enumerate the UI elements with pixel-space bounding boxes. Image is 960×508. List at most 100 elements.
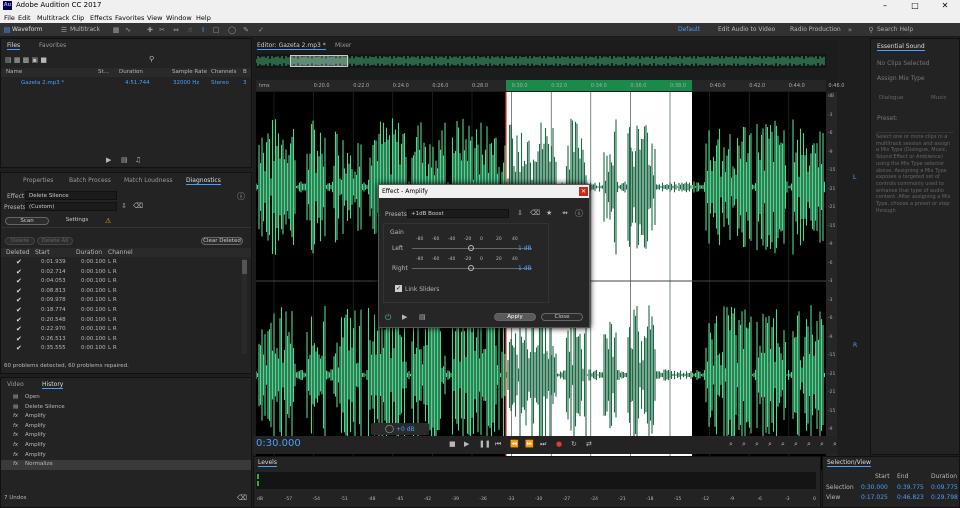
more-workspaces-icon[interactable]: » xyxy=(846,26,854,34)
waveform-view-button[interactable]: Waveform xyxy=(12,26,42,33)
history-item[interactable]: fx Amplify xyxy=(1,441,251,451)
record-icon[interactable]: ● xyxy=(556,440,562,448)
workspace-default[interactable]: Default xyxy=(678,26,700,33)
zoom-out-full-icon[interactable]: ⌕ xyxy=(781,440,785,449)
sv-view-end[interactable]: 0:46.823 xyxy=(897,494,924,501)
checkmark-icon[interactable]: ✔ xyxy=(16,277,22,285)
close-window-button[interactable]: ✕ xyxy=(930,0,960,12)
history-item[interactable]: fx Amplify xyxy=(1,451,251,461)
current-time[interactable]: 0:30.000 xyxy=(256,438,301,449)
menu-clip[interactable]: Clip xyxy=(72,14,84,22)
channel-left-label[interactable]: L xyxy=(853,174,856,181)
tab-history[interactable]: History xyxy=(42,381,64,389)
zoom-in-start-icon[interactable]: ⌕ xyxy=(794,440,798,449)
amp-preset-select[interactable]: +1dB Boost xyxy=(407,209,509,218)
amp-delete-preset-icon[interactable]: ⌫ xyxy=(530,209,540,217)
checkmark-icon[interactable]: ✔ xyxy=(16,258,22,266)
zoom-in-amplitude-icon[interactable]: ⌕ xyxy=(729,440,733,449)
checkmark-icon[interactable]: ✔ xyxy=(16,268,22,276)
diag-row[interactable]: ✔ 0:22.970 0:00.100 L R xyxy=(1,325,241,335)
diag-row[interactable]: ✔ 0:20.548 0:00.100 L R xyxy=(1,316,241,326)
col-status[interactable]: St... xyxy=(98,69,109,75)
gain-knob-icon[interactable]: ◯ xyxy=(385,424,394,433)
go-end-icon[interactable]: ⏭ xyxy=(540,440,546,449)
checkmark-icon[interactable]: ✔ xyxy=(16,296,22,304)
info-icon[interactable]: ⓘ xyxy=(237,191,245,202)
dialog-close-button[interactable]: Close xyxy=(541,313,583,321)
settings-button[interactable]: Settings xyxy=(55,217,99,225)
menu-window[interactable]: Window xyxy=(166,14,192,22)
left-slider-handle[interactable] xyxy=(468,245,474,251)
power-toggle-icon[interactable]: ⏻ xyxy=(385,313,391,323)
checkmark-icon[interactable]: ✔ xyxy=(16,316,22,324)
checkmark-icon[interactable]: ✔ xyxy=(16,287,22,295)
diag-row[interactable]: ✔ 0:09.978 0:00.100 L R xyxy=(1,296,241,306)
diag-row[interactable]: ✔ 0:18.774 0:00.100 L R xyxy=(1,306,241,316)
workspace-radio-production[interactable]: Radio Production xyxy=(790,26,841,33)
dialogue-button[interactable]: Dialogue xyxy=(879,95,903,101)
checkmark-icon[interactable]: ✔ xyxy=(16,335,22,343)
diag-row[interactable]: ✔ 0:35.555 0:00.100 L R xyxy=(1,344,241,354)
col-b[interactable]: B xyxy=(243,69,247,75)
delete-button[interactable]: Delete xyxy=(5,237,35,245)
history-item[interactable]: ▤ Delete Silence xyxy=(1,403,251,413)
time-selection-icon[interactable]: I xyxy=(199,26,207,34)
sv-selection-duration[interactable]: 0:09.775 xyxy=(931,484,958,491)
checkmark-icon[interactable]: ✔ xyxy=(16,325,22,333)
clear-deleted-button[interactable]: Clear Deleted xyxy=(201,237,243,245)
play-icon[interactable]: ▶ xyxy=(464,440,469,448)
preview-play-icon[interactable]: ▶ xyxy=(402,313,407,321)
zoom-in-time-icon[interactable]: ⌕ xyxy=(755,440,759,449)
zoom-in-end-icon[interactable]: ⌕ xyxy=(807,440,811,449)
tab-match-loudness[interactable]: Match Loudness xyxy=(124,177,172,184)
checkmark-icon[interactable]: ✔ xyxy=(16,344,22,352)
sv-view-duration[interactable]: 0:29.798 xyxy=(931,494,958,501)
selection-view-title[interactable]: Selection/View xyxy=(827,459,871,467)
spot-heal-icon[interactable]: ✓ xyxy=(257,26,265,34)
essential-sound-title[interactable]: Essential Sound xyxy=(877,43,925,51)
slip-tool-icon[interactable]: ⇔ xyxy=(172,26,180,34)
speaker-icon[interactable]: ♫ xyxy=(135,156,141,164)
play-preview-icon[interactable]: ▶ xyxy=(106,156,111,164)
amp-save-preset-icon[interactable]: ⇩ xyxy=(517,209,523,217)
tab-properties[interactable]: Properties xyxy=(23,177,53,184)
left-gain-value[interactable]: 1 dB xyxy=(518,245,532,252)
hud-gain[interactable]: ◯ +0 dB xyxy=(371,423,429,435)
right-slider-handle[interactable] xyxy=(468,265,474,271)
history-item[interactable]: ▤ Open xyxy=(1,393,251,403)
checkmark-icon[interactable]: ✔ xyxy=(16,306,22,314)
tab-files[interactable]: Files xyxy=(7,42,21,50)
delete-all-button[interactable]: Delete All xyxy=(37,237,73,245)
diag-preset-select[interactable]: (Custom) xyxy=(25,202,117,211)
sv-selection-start[interactable]: 0:30.000 xyxy=(861,484,888,491)
scan-button[interactable]: Scan xyxy=(5,217,49,225)
tab-video[interactable]: Video xyxy=(7,381,24,388)
files-search-icon[interactable]: ⚲ xyxy=(149,55,154,63)
go-start-icon[interactable]: ⏮ xyxy=(495,440,501,449)
delete-preset-icon[interactable]: ⌫ xyxy=(133,202,143,210)
menu-view[interactable]: View xyxy=(147,14,162,22)
zoom-out-amplitude-icon[interactable]: ⌕ xyxy=(742,440,746,449)
minimize-button[interactable]: – xyxy=(870,0,900,12)
history-item[interactable]: fx Amplify xyxy=(1,412,251,422)
diag-row[interactable]: ✔ 0:04.053 0:00.100 L R xyxy=(1,277,241,287)
zoom-channels-icon[interactable]: ⌕ xyxy=(833,440,837,449)
zoom-selection-icon[interactable]: ⌕ xyxy=(820,440,824,449)
tab-batch-process[interactable]: Batch Process xyxy=(69,177,111,184)
menu-effects[interactable]: Effects xyxy=(90,14,112,22)
history-item[interactable]: fx Amplify xyxy=(1,431,251,441)
effect-select[interactable]: Delete Silence xyxy=(25,191,117,200)
music-button[interactable]: Music xyxy=(931,95,947,101)
stop-icon[interactable]: ■ xyxy=(449,440,456,448)
multitrack-view-button[interactable]: Multitrack xyxy=(70,26,100,33)
tab-mixer[interactable]: Mixer xyxy=(335,42,351,49)
diag-row[interactable]: ✔ 0:01.939 0:00.100 L R xyxy=(1,258,241,268)
dialog-close-icon[interactable]: ✕ xyxy=(579,187,588,196)
export-icon[interactable]: ▤ xyxy=(121,156,128,164)
col-name[interactable]: Name xyxy=(6,69,22,75)
time-ruler[interactable]: hms 0:20.0 0:22.0 0:24.0 0:26.0 0:28.0 0:30.0 0… xyxy=(256,80,844,91)
workspace-edit-audio-to-video[interactable]: Edit Audio to Video xyxy=(718,26,775,33)
move-tool-icon[interactable]: ✚ xyxy=(146,26,154,34)
col-duration[interactable]: Duration xyxy=(119,69,143,75)
diag-scrollbar[interactable] xyxy=(242,258,247,354)
